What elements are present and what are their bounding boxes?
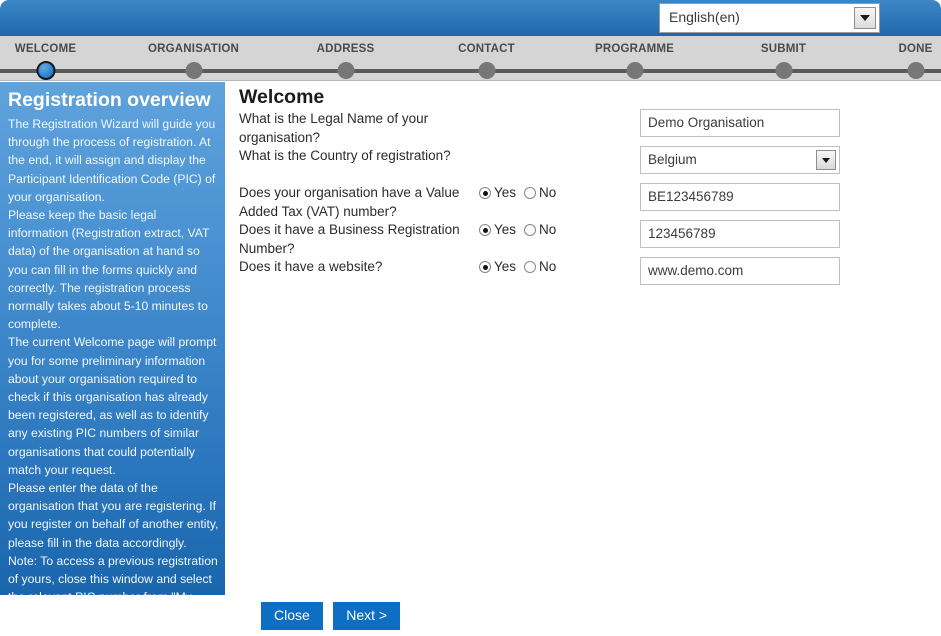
business-registration-number-input[interactable]: 123456789 — [640, 220, 840, 248]
website-input[interactable]: www.demo.com — [640, 257, 840, 285]
chevron-down-icon[interactable] — [854, 7, 876, 29]
label-website: Does it have a website? — [239, 259, 383, 274]
next-button[interactable]: Next > — [333, 602, 401, 630]
welcome-form-panel: Welcome What is the Legal Name of your o… — [225, 82, 941, 582]
wizard-step-bar: WELCOME ORGANISATION ADDRESS CONTACT PRO… — [0, 36, 941, 81]
step-organisation-dot[interactable] — [185, 62, 202, 79]
label-legal-name: What is the Legal Name of your organisat… — [239, 111, 429, 145]
step-contact[interactable]: CONTACT — [424, 36, 549, 81]
step-welcome[interactable]: WELCOME — [0, 36, 108, 81]
language-select-value: English(en) — [669, 9, 740, 25]
country-select[interactable]: Belgium — [640, 146, 840, 174]
wizard-footer-buttons: Close Next > — [261, 602, 406, 630]
radio-vat-no-dot[interactable] — [524, 187, 537, 199]
radio-website-no[interactable]: No — [524, 259, 556, 274]
sidebar-paragraph: Note: To access a previous registration … — [8, 553, 218, 595]
radio-brn-no-label: No — [539, 222, 557, 237]
chevron-down-glyph — [822, 157, 830, 163]
language-select[interactable]: English(en) — [659, 3, 880, 33]
radio-vat-yes-dot[interactable] — [479, 187, 491, 199]
sidebar-paragraph: Please enter the data of the organisatio… — [8, 481, 219, 550]
step-submit-label: SUBMIT — [760, 43, 807, 55]
radio-website-yes[interactable]: Yes — [479, 259, 516, 274]
step-done-label: DONE — [898, 43, 933, 55]
radio-website-no-label: No — [539, 259, 557, 274]
radio-brn-no-dot[interactable] — [524, 224, 537, 236]
radio-vat-yes[interactable]: Yes — [479, 185, 516, 200]
step-contact-dot[interactable] — [478, 62, 495, 79]
radio-vat-yes-label: Yes — [494, 185, 517, 200]
radio-brn-yes[interactable]: Yes — [479, 222, 516, 237]
step-programme[interactable]: PROGRAMME — [572, 36, 697, 81]
sidebar-title: Registration overview — [8, 89, 211, 111]
step-programme-dot[interactable] — [626, 62, 643, 79]
label-business-registration: Does it have a Business Registration Num… — [239, 222, 460, 256]
radio-group-business-registration: Yes No — [479, 222, 564, 237]
label-vat: Does your organisation have a Value Adde… — [239, 185, 460, 219]
radio-brn-no[interactable]: No — [524, 222, 556, 237]
sidebar-paragraph: Please keep the basic legal information … — [8, 208, 210, 332]
step-welcome-dot[interactable] — [36, 61, 55, 80]
legal-name-input[interactable]: Demo Organisation — [640, 109, 840, 137]
radio-group-website: Yes No — [479, 259, 564, 274]
radio-website-yes-label: Yes — [494, 259, 517, 274]
radio-brn-yes-dot[interactable] — [479, 224, 491, 236]
radio-vat-no-label: No — [539, 185, 557, 200]
step-contact-label: CONTACT — [458, 43, 515, 55]
label-country: What is the Country of registration? — [239, 148, 451, 163]
radio-brn-yes-label: Yes — [494, 222, 517, 237]
sidebar-paragraph: The Registration Wizard will guide you t… — [8, 117, 216, 204]
step-submit[interactable]: SUBMIT — [721, 36, 846, 81]
country-select-value: Belgium — [648, 152, 697, 167]
step-programme-label: PROGRAMME — [594, 43, 675, 55]
step-organisation-label: ORGANISATION — [148, 43, 239, 55]
radio-vat-no[interactable]: No — [524, 185, 556, 200]
sidebar-paragraph: The current Welcome page will prompt you… — [8, 335, 217, 477]
vat-number-input[interactable]: BE123456789 — [640, 183, 840, 211]
step-welcome-label: WELCOME — [14, 43, 77, 55]
chevron-down-glyph — [860, 15, 870, 21]
page-title: Welcome — [239, 86, 325, 108]
step-done-dot[interactable] — [907, 62, 924, 79]
chevron-down-icon[interactable] — [816, 150, 836, 170]
step-address[interactable]: ADDRESS — [283, 36, 408, 81]
app-header-bar: English(en) — [0, 0, 941, 36]
step-address-dot[interactable] — [337, 62, 354, 79]
close-button[interactable]: Close — [261, 602, 323, 630]
radio-website-no-dot[interactable] — [524, 261, 537, 273]
radio-website-yes-dot[interactable] — [479, 261, 491, 273]
step-submit-dot[interactable] — [775, 62, 792, 79]
step-organisation[interactable]: ORGANISATION — [131, 36, 256, 81]
step-address-label: ADDRESS — [316, 43, 375, 55]
registration-overview-sidebar: Registration overview The Registration W… — [0, 82, 225, 595]
radio-group-vat: Yes No — [479, 185, 564, 200]
step-done[interactable]: DONE — [853, 36, 941, 81]
